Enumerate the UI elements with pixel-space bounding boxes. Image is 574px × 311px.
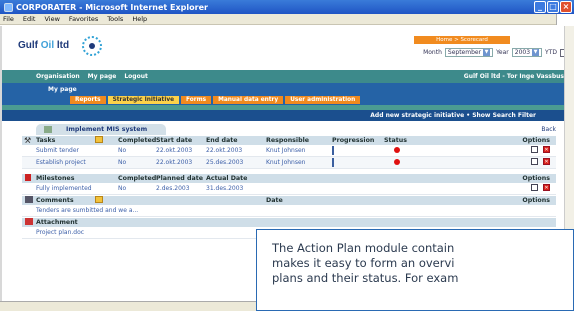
edit-icon[interactable] [531,158,538,165]
table-row[interactable]: Submit tender No 22.okt.2003 22.okt.2003… [22,145,556,157]
close-button[interactable]: × [560,1,572,13]
comment-icon [25,196,33,203]
menu-bar: File Edit View Favorites Tools Help [0,14,574,25]
edit-icon[interactable] [531,184,538,191]
module-nav: My page Reports Strategic Initiative For… [2,83,572,105]
back-link[interactable]: Back [541,126,556,133]
chevron-down-icon: ▼ [483,49,491,56]
breadcrumb[interactable]: Home > Scorecard [414,36,510,44]
folder-icon[interactable] [95,136,103,143]
table-row[interactable]: Establish project No 22.okt.2003 25.des.… [22,157,556,169]
company-logo: Gulf Oil ltd [18,40,70,51]
flag-icon [25,174,31,181]
table-row[interactable]: Tenders are sumbitted and we a... [22,205,556,217]
maximize-button[interactable]: □ [547,1,559,13]
window-title: CORPORATER - Microsoft Internet Explorer [16,2,208,12]
tab-forms[interactable]: Forms [181,96,212,104]
menu-help[interactable]: Help [132,15,147,23]
wrench-icon: ⚒ [24,136,32,145]
nav-organisation[interactable]: Organisation [36,73,80,80]
minimize-button[interactable]: _ [534,1,546,13]
attachment-icon [25,218,33,225]
year-select[interactable]: 2003 ▼ [511,48,543,57]
nav-logout[interactable]: Logout [124,73,148,80]
initiative-icon [44,126,52,133]
nav-my-page[interactable]: My page [88,73,117,80]
status-red-icon [394,158,400,165]
menu-edit[interactable]: Edit [23,15,36,23]
delete-icon[interactable]: ✕ [543,146,550,153]
my-page-label: My page [48,86,77,93]
chevron-down-icon: ▼ [532,49,540,56]
action-bar: Add new strategic initiative • Show Sear… [2,110,572,121]
top-nav: Organisation My page Logout Gulf Oil ltd… [2,70,572,83]
window-titlebar: CORPORATER - Microsoft Internet Explorer… [0,0,574,14]
milestones-header: Milestones Completed Planned date Actual… [22,173,556,183]
tab-reports[interactable]: Reports [70,96,106,104]
delete-icon[interactable]: ✕ [543,158,550,165]
menu-tools[interactable]: Tools [107,15,123,23]
menu-file[interactable]: File [3,15,14,23]
menu-favorites[interactable]: Favorites [69,15,98,23]
month-select[interactable]: September ▼ [444,48,494,57]
windows-flag-icon [556,14,574,25]
table-row[interactable]: Fully implemented No 2.des.2003 31.des.2… [22,183,556,195]
description-callout: The Action Plan module contain makes it … [256,229,574,311]
delete-icon[interactable]: ✕ [543,184,550,191]
tasks-header: ⚒ Tasks Completed Start date End date Re… [22,135,556,145]
add-initiative-link[interactable]: Add new strategic initiative • Show Sear… [370,112,536,119]
ytd-label: YTD [545,49,557,56]
tab-user-administration[interactable]: User administration [285,96,361,104]
tab-manual-data-entry[interactable]: Manual data entry [213,96,284,104]
month-label: Month [423,49,442,56]
user-info: Gulf Oil ltd - Tor Inge Vassbus [463,73,564,80]
status-red-icon [394,146,400,153]
comments-header: Comments Date Options [22,195,556,205]
app-header: Gulf Oil ltd Home > Scorecard Month Sept… [2,26,572,70]
initiative-title: Implement MIS system [36,124,166,135]
year-label: Year [496,49,509,56]
tab-strategic-initiative[interactable]: Strategic Initiative [107,96,180,104]
logo-mark-icon [82,36,102,56]
initiative-detail: Implement MIS system Back ⚒ Tasks Comple… [22,124,556,239]
folder-icon[interactable] [95,196,103,203]
edit-icon[interactable] [531,146,538,153]
menu-view[interactable]: View [44,15,59,23]
period-filters: Month September ▼ Year 2003 ▼ YTD [423,48,568,57]
ie-logo-icon [4,2,13,12]
progress-bar [332,146,334,155]
attachment-header: Attachment [22,217,556,227]
progress-bar [332,158,334,167]
